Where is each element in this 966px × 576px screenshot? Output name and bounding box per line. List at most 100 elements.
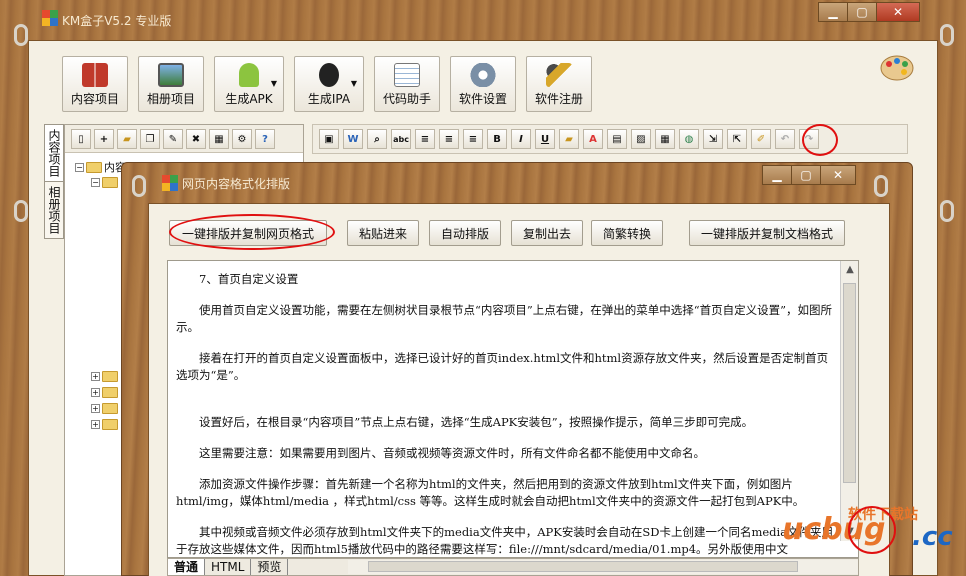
open-folder-icon[interactable]: ▰ <box>117 129 137 149</box>
convert-button[interactable]: 简繁转换 <box>591 220 663 246</box>
expand-icon[interactable]: + <box>91 404 100 413</box>
export-icon[interactable]: ⇲ <box>703 129 723 149</box>
tree-item[interactable]: + <box>91 403 118 414</box>
watermark-ring <box>848 506 896 554</box>
highlight-ring <box>802 124 838 156</box>
find-icon[interactable]: ⌕ <box>367 129 387 149</box>
code-assistant-button[interactable]: 代码助手 <box>374 56 440 112</box>
software-register-button[interactable]: 软件注册 <box>526 56 592 112</box>
add-icon[interactable]: + <box>94 129 114 149</box>
tree-toolbar: ▯ + ▰ ❐ ✎ ✖ ▦ ⚙ ? <box>65 125 303 153</box>
video-icon[interactable]: ▤ <box>607 129 627 149</box>
tab-preview[interactable]: 预览 <box>251 559 289 575</box>
folder-icon <box>86 161 102 173</box>
android-icon <box>239 63 259 87</box>
apple-icon <box>319 63 339 87</box>
tools-icon[interactable]: ✖ <box>186 129 206 149</box>
gear-icon <box>470 63 496 87</box>
ring-icon <box>132 175 146 197</box>
dialog-panel: 一键排版并复制网页格式 粘贴进来 自动排版 复制出去 简繁转换 一键排版并复制文… <box>148 203 890 576</box>
settings-icon[interactable]: ⚙ <box>232 129 252 149</box>
edit-icon[interactable]: ✎ <box>163 129 183 149</box>
dialog-minimize-button[interactable]: ▁ <box>762 165 792 185</box>
palette-icon[interactable] <box>880 54 914 82</box>
ring-icon <box>874 175 888 197</box>
minimize-button[interactable]: ▁ <box>818 2 848 22</box>
save-icon[interactable]: ▣ <box>319 129 339 149</box>
tree-item[interactable]: + <box>91 371 118 382</box>
tab-content-project[interactable]: 内容项目 <box>44 124 64 182</box>
close-button[interactable]: ✕ <box>876 2 920 22</box>
generate-ipa-button[interactable]: 生成IPA ▼ <box>294 56 364 112</box>
notepad-icon <box>394 63 420 87</box>
format-copy-doc-button[interactable]: 一键排版并复制文档格式 <box>689 220 845 246</box>
ring-icon <box>940 24 954 46</box>
paragraph: 接着在打开的首页自定义设置面板中，选择已设计好的首页index.html文件和h… <box>176 351 829 382</box>
tree-item[interactable]: + <box>91 387 118 398</box>
scroll-up-icon[interactable]: ▲ <box>841 261 858 279</box>
tree-item[interactable]: + <box>91 419 118 430</box>
album-project-button[interactable]: 相册项目 <box>138 56 204 112</box>
paste-in-button[interactable]: 粘贴进来 <box>347 220 419 246</box>
expand-icon[interactable]: + <box>91 388 100 397</box>
paragraph: 这里需要注意：如果需要用到图片、音频或视频等资源文件时，所有文件命名都不能使用中… <box>199 446 705 460</box>
qrcode-icon[interactable]: ▦ <box>209 129 229 149</box>
undo-icon[interactable]: ↶ <box>775 129 795 149</box>
ring-icon <box>14 200 28 222</box>
dialog-close-button[interactable]: ✕ <box>820 165 856 185</box>
align-right-icon[interactable]: ≡ <box>463 129 483 149</box>
new-icon[interactable]: ▯ <box>71 129 91 149</box>
ring-icon <box>940 200 954 222</box>
app-logo-icon <box>42 10 58 26</box>
tab-normal[interactable]: 普通 <box>168 559 206 575</box>
document-text[interactable]: 7、首页自定义设置 使用首页自定义设置功能，需要在左侧树状目录根节点“内容项目”… <box>176 271 836 557</box>
underline-icon[interactable]: U <box>535 129 555 149</box>
folder-icon <box>102 177 118 188</box>
tab-html[interactable]: HTML <box>205 559 252 575</box>
paragraph: 7、首页自定义设置 <box>199 272 299 286</box>
software-settings-button[interactable]: 软件设置 <box>450 56 516 112</box>
expand-icon[interactable]: + <box>91 420 100 429</box>
align-center-icon[interactable]: ≡ <box>439 129 459 149</box>
help-icon[interactable]: ? <box>255 129 275 149</box>
view-tabs: 普通 HTML 预览 <box>167 558 859 576</box>
spellcheck-icon[interactable]: abc <box>391 129 411 149</box>
dropdown-arrow-icon[interactable]: ▼ <box>271 79 277 88</box>
book-icon <box>82 63 108 87</box>
bold-icon[interactable]: B <box>487 129 507 149</box>
auto-format-button[interactable]: 自动排版 <box>429 220 501 246</box>
copy-out-button[interactable]: 复制出去 <box>511 220 583 246</box>
table-icon[interactable]: ▦ <box>655 129 675 149</box>
maximize-button[interactable]: ▢ <box>847 2 877 22</box>
paragraph: 添加资源文件操作步骤：首先新建一个名称为html的文件夹，然后把用到的资源文件放… <box>176 477 805 508</box>
dialog-maximize-button[interactable]: ▢ <box>791 165 821 185</box>
paragraph: 使用首页自定义设置功能，需要在左侧树状目录根节点“内容项目”上点右键，在弹出的菜… <box>176 303 833 334</box>
import-icon[interactable]: ⇱ <box>727 129 747 149</box>
italic-icon[interactable]: I <box>511 129 531 149</box>
ring-icon <box>14 24 28 46</box>
copy-icon[interactable]: ❐ <box>140 129 160 149</box>
collapse-icon[interactable]: − <box>91 178 100 187</box>
tab-album-project[interactable]: 相册项目 <box>44 181 64 239</box>
scroll-thumb[interactable] <box>843 283 856 483</box>
word-icon[interactable]: W <box>343 129 363 149</box>
scroll-thumb[interactable] <box>368 561 798 572</box>
tree-item[interactable]: − <box>91 177 118 188</box>
content-editor[interactable]: 7、首页自定义设置 使用首页自定义设置功能，需要在左侧树状目录根节点“内容项目”… <box>167 260 859 558</box>
globe-icon[interactable]: ◍ <box>679 129 699 149</box>
photo-icon <box>158 63 184 87</box>
collapse-icon[interactable]: − <box>75 162 84 172</box>
align-left-icon[interactable]: ≡ <box>415 129 435 149</box>
color-icon[interactable]: A <box>583 129 603 149</box>
content-project-button[interactable]: 内容项目 <box>62 56 128 112</box>
vertical-scrollbar[interactable]: ▲ ▼ <box>840 261 858 541</box>
expand-icon[interactable]: + <box>91 372 100 381</box>
format-brush-icon[interactable]: ✐ <box>751 129 771 149</box>
picture-icon[interactable]: ▨ <box>631 129 651 149</box>
generate-apk-button[interactable]: 生成APK ▼ <box>214 56 284 112</box>
folder-icon <box>102 387 118 398</box>
insert-image-icon[interactable]: ▰ <box>559 129 579 149</box>
dropdown-arrow-icon[interactable]: ▼ <box>351 79 357 88</box>
folder-icon <box>102 403 118 414</box>
folder-icon <box>102 371 118 382</box>
